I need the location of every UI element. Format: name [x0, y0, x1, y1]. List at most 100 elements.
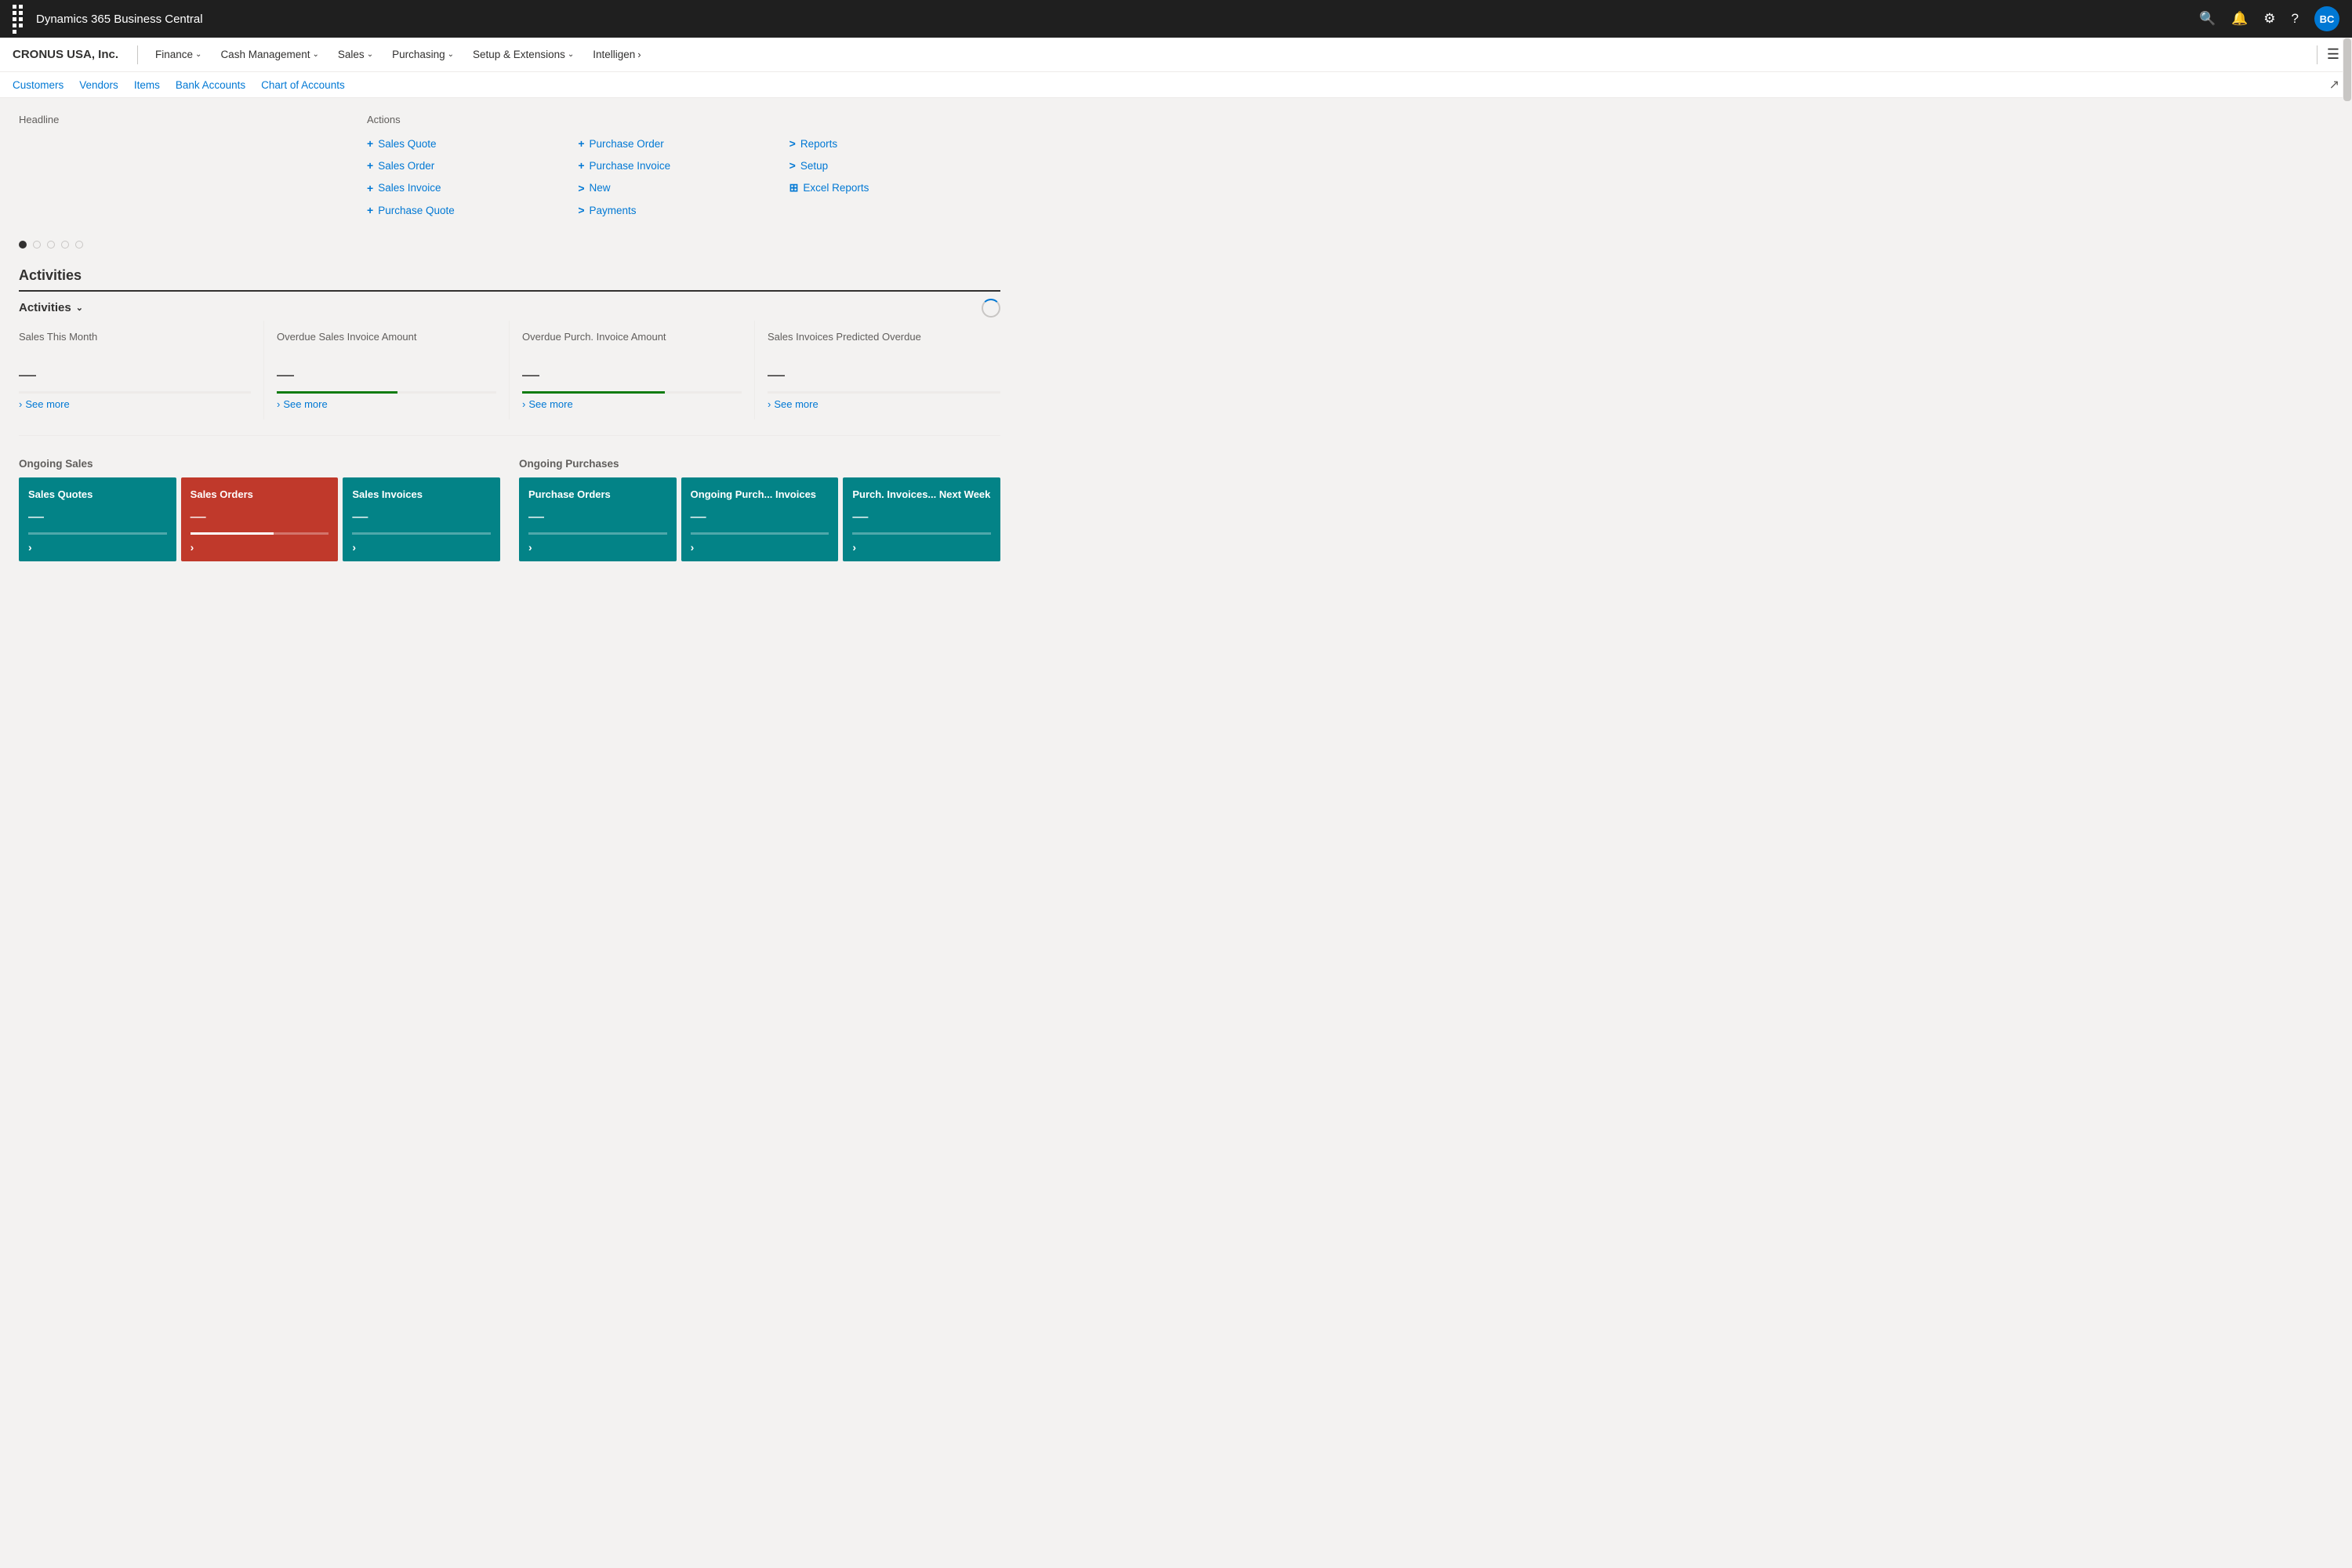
headline-actions-section: Headline Actions +Sales Quote+Purchase O… [19, 114, 1000, 219]
nav-item-cash-management[interactable]: Cash Management ⌄ [212, 45, 326, 64]
action-item-3[interactable]: +Sales Order [367, 157, 578, 174]
action-item-2[interactable]: >Reports [789, 135, 1000, 152]
activity-progress-bar [19, 391, 251, 394]
settings-icon[interactable]: ⚙ [2263, 11, 2275, 27]
chevron-right-icon: › [277, 398, 280, 410]
action-item-1[interactable]: + Purchase Order [578, 135, 789, 152]
action-prefix-icon: > [578, 204, 584, 216]
search-icon[interactable]: 🔍 [2199, 11, 2216, 27]
action-prefix-icon: ⊞ [789, 181, 799, 194]
card-tile-bar [352, 532, 491, 535]
chevron-down-icon: ⌄ [195, 50, 201, 59]
hamburger-menu-icon[interactable]: ☰ [2327, 46, 2339, 63]
action-item-5[interactable]: >Setup [789, 157, 1000, 174]
activity-card-2: Overdue Purch. Invoice Amount—› See more [510, 321, 755, 419]
sub-nav-chart-of-accounts[interactable]: Chart of Accounts [261, 79, 345, 91]
chevron-right-icon: › [19, 398, 22, 410]
ongoing-sales-card-0[interactable]: Sales Quotes—› [19, 477, 176, 561]
see-more-link[interactable]: › See more [768, 398, 1000, 410]
help-icon[interactable]: ? [2292, 11, 2299, 27]
card-tile-arrow-icon: › [352, 541, 491, 554]
user-avatar[interactable]: BC [2314, 6, 2339, 31]
top-navigation: Dynamics 365 Business Central 🔍 🔔 ⚙ ? BC [0, 0, 2352, 38]
carousel-dot-3[interactable] [61, 241, 69, 249]
expand-icon[interactable]: ↗ [2329, 77, 2339, 93]
sub-nav-customers[interactable]: Customers [13, 79, 64, 91]
activities-header[interactable]: Activities ⌄ [19, 301, 83, 314]
see-more-link[interactable]: › See more [277, 398, 496, 410]
app-launcher-icon[interactable] [13, 5, 27, 34]
scrollbar-thumb[interactable] [2343, 38, 2351, 101]
action-item-4[interactable]: + Purchase Invoice [578, 157, 789, 174]
card-tile-value: — [191, 508, 329, 526]
ongoing-purchases-title: Ongoing Purchases [519, 458, 1000, 470]
scrollbar-track[interactable] [2343, 38, 2352, 1568]
card-tile-value: — [528, 508, 667, 526]
action-prefix-icon: + [578, 137, 584, 150]
action-item-10[interactable]: > Payments [578, 201, 789, 219]
chevron-down-icon: ⌄ [568, 50, 574, 59]
action-prefix-icon: + [578, 159, 584, 172]
see-more-link[interactable]: › See more [522, 398, 742, 410]
carousel-dots [19, 238, 1000, 252]
action-item-8[interactable]: ⊞ Excel Reports [789, 179, 1000, 197]
action-item-7[interactable]: >New [578, 179, 789, 197]
chevron-down-icon: ⌄ [313, 50, 319, 59]
ongoing-sales-cards: Sales Quotes—›Sales Orders—›Sales Invoic… [19, 477, 500, 561]
activity-progress-bar [768, 391, 1000, 394]
action-item-9[interactable]: +Purchase Quote [367, 201, 578, 219]
sub-nav-vendors[interactable]: Vendors [79, 79, 118, 91]
see-more-link[interactable]: › See more [19, 398, 251, 410]
headline-section: Headline [19, 114, 336, 219]
carousel-dot-1[interactable] [33, 241, 41, 249]
nav-item-intelligen[interactable]: Intelligen › [585, 45, 648, 64]
card-tile-bar [528, 532, 667, 535]
chevron-down-icon: ⌄ [367, 50, 373, 59]
activity-value: — [277, 365, 496, 385]
action-label: Excel Reports [803, 182, 869, 194]
action-label: Purchase Order [590, 138, 664, 150]
action-prefix-icon: > [578, 182, 584, 194]
action-label: Sales Order [378, 160, 434, 172]
ongoing-sales-title: Ongoing Sales [19, 458, 500, 470]
sub-nav-bank-accounts[interactable]: Bank Accounts [176, 79, 245, 91]
action-item-6[interactable]: +Sales Invoice [367, 179, 578, 197]
loading-spinner-area [982, 296, 1000, 318]
main-navigation: Finance ⌄ Cash Management ⌄ Sales ⌄ Purc… [147, 45, 2307, 64]
card-tile-value: — [852, 508, 991, 526]
nav-item-sales[interactable]: Sales ⌄ [330, 45, 381, 64]
app-title: Dynamics 365 Business Central [36, 13, 2190, 26]
activity-card-0: Sales This Month—› See more [19, 321, 264, 419]
ongoing-purchases-card-1[interactable]: Ongoing Purch... Invoices—› [681, 477, 839, 561]
activity-card-1: Overdue Sales Invoice Amount—› See more [264, 321, 510, 419]
activity-bar-fill [522, 391, 665, 394]
sub-nav-items[interactable]: Items [134, 79, 160, 91]
card-tile-title: Purch. Invoices... Next Week [852, 488, 991, 502]
menu-divider [137, 45, 138, 64]
action-label: Payments [590, 205, 637, 216]
notification-icon[interactable]: 🔔 [2231, 11, 2248, 27]
headline-label: Headline [19, 114, 336, 125]
ongoing-purchases-card-0[interactable]: Purchase Orders—› [519, 477, 677, 561]
ongoing-sales-card-2[interactable]: Sales Invoices—› [343, 477, 500, 561]
card-tile-title: Sales Invoices [352, 488, 491, 502]
nav-item-finance[interactable]: Finance ⌄ [147, 45, 209, 64]
action-label: Sales Invoice [378, 182, 441, 194]
nav-item-setup[interactable]: Setup & Extensions ⌄ [465, 45, 582, 64]
chevron-right-icon: › [768, 398, 771, 410]
ongoing-sales-card-1[interactable]: Sales Orders—› [181, 477, 339, 561]
carousel-dot-2[interactable] [47, 241, 55, 249]
action-prefix-icon: > [789, 159, 796, 172]
carousel-dot-4[interactable] [75, 241, 83, 249]
card-tile-title: Sales Quotes [28, 488, 167, 502]
action-label: Reports [800, 138, 837, 150]
nav-item-purchasing[interactable]: Purchasing ⌄ [384, 45, 462, 64]
card-tile-arrow-icon: › [191, 541, 329, 554]
action-label: Purchase Invoice [590, 160, 671, 172]
top-nav-icons: 🔍 🔔 ⚙ ? BC [2199, 6, 2339, 31]
company-name[interactable]: CRONUS USA, Inc. [13, 48, 118, 61]
carousel-dot-0[interactable] [19, 241, 27, 249]
action-item-0[interactable]: +Sales Quote [367, 135, 578, 152]
ongoing-purchases-card-2[interactable]: Purch. Invoices... Next Week—› [843, 477, 1000, 561]
card-tile-bar [28, 532, 167, 535]
